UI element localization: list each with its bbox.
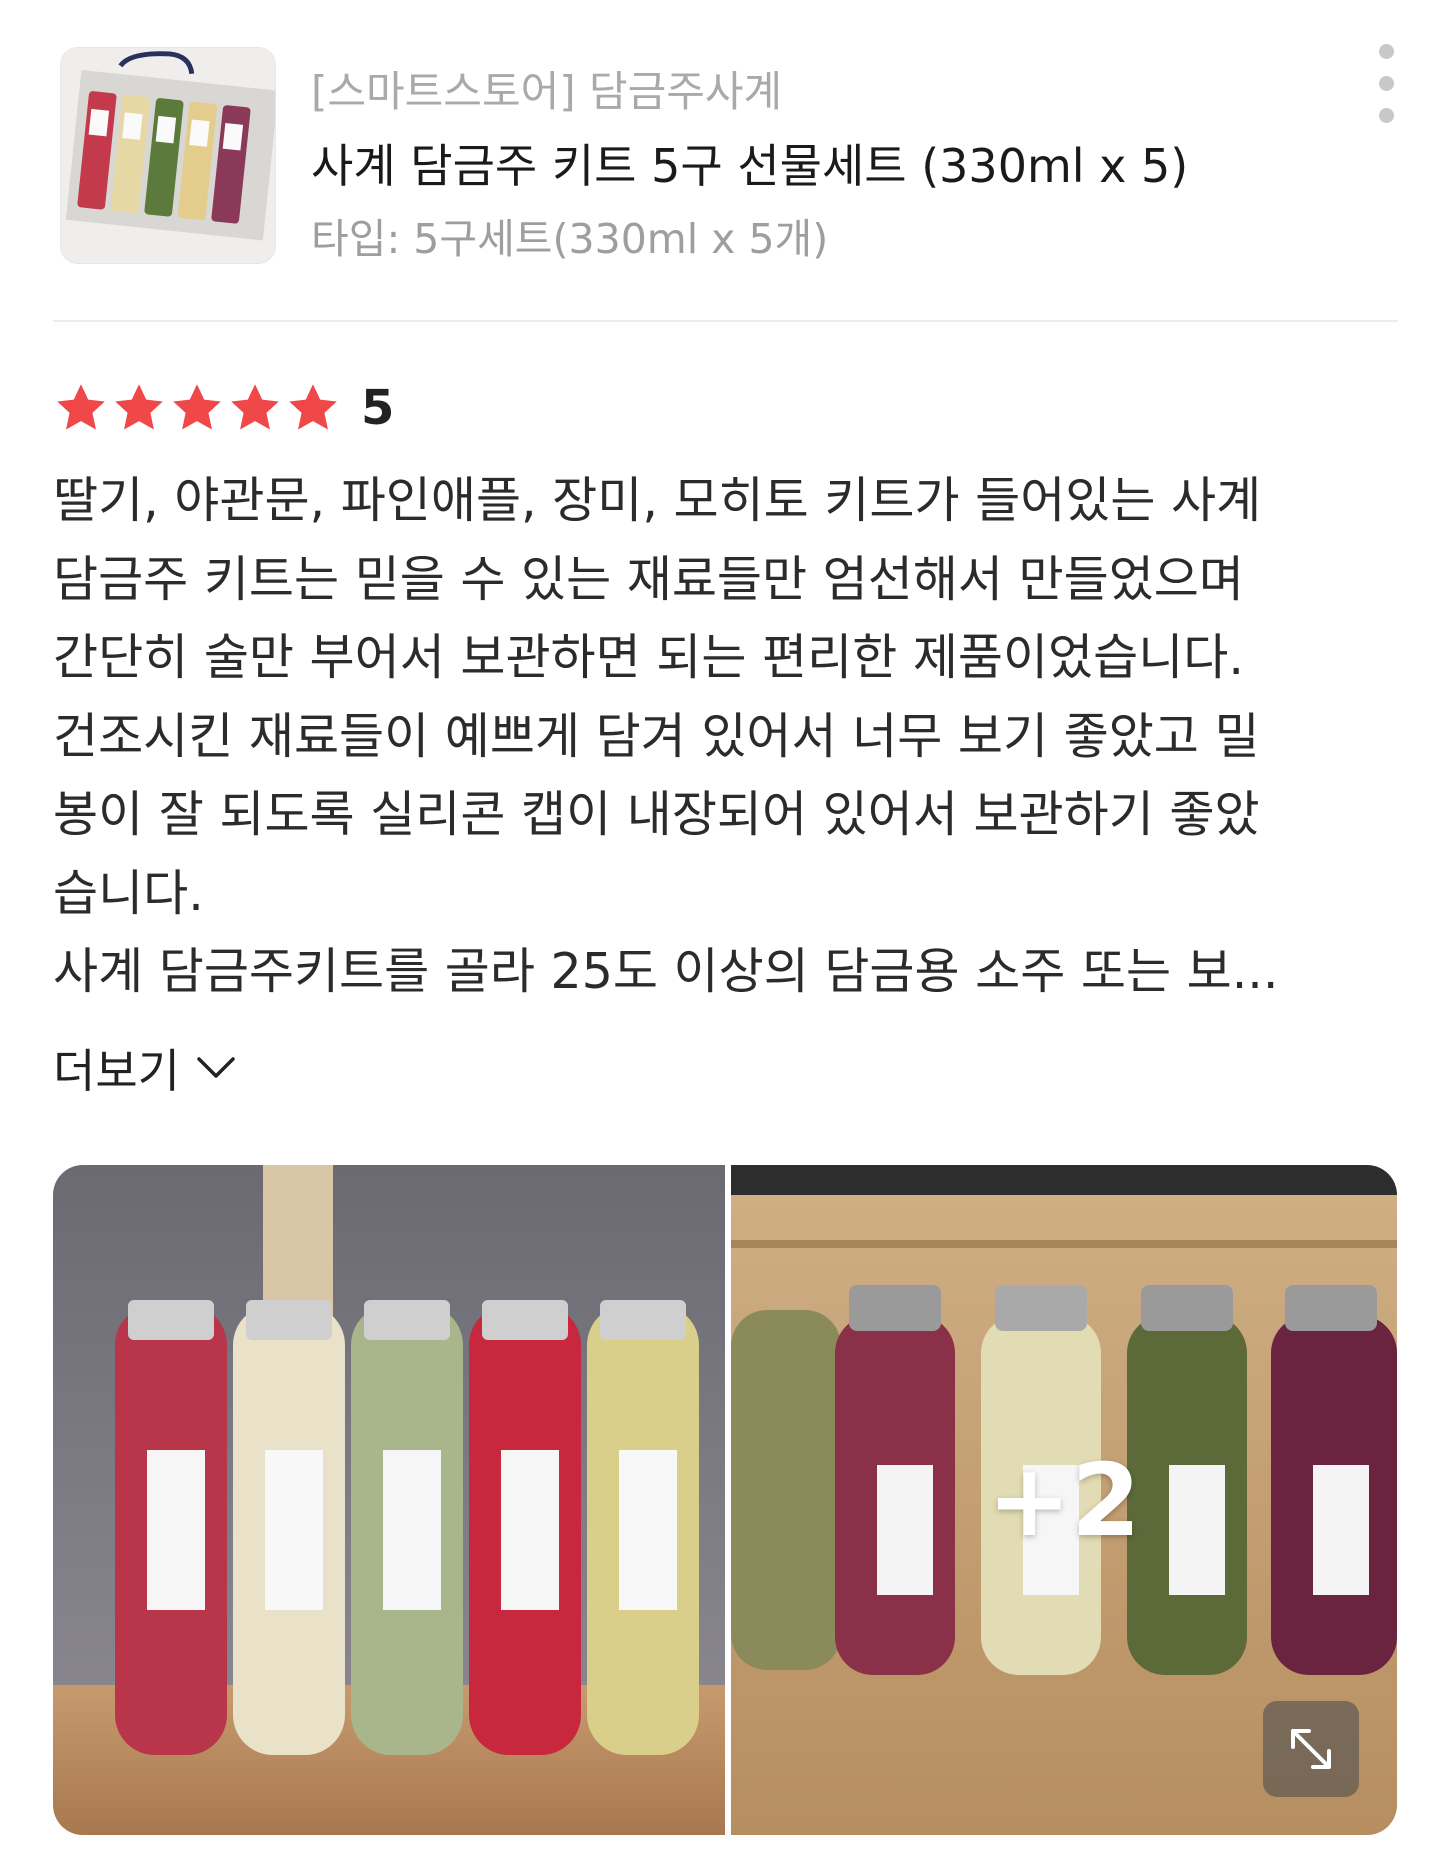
review-line: 건조시킨 재료들이 예쁘게 담겨 있어서 너무 보기 좋았고 밀 [53,707,1260,765]
star-icon [231,384,279,430]
review-line: 딸기, 야관문, 파인애플, 장미, 모히토 키트가 들어있는 사계 [53,472,1262,529]
review-text: 딸기, 야관문, 파인애플, 장미, 모히토 키트가 들어있는 사계담금주 키트… [53,462,1403,1012]
product-header: [스마트스토어] 담금주사계 사계 담금주 키트 5구 선물세트 (330ml … [53,42,1398,322]
expand-arrows [1291,1729,1331,1769]
more-button[interactable]: 더보기 [53,1035,236,1101]
review-line: 간단히 술만 부어서 보관하면 되는 편리한 제품이었습니다. [53,629,1244,686]
review-line: 사계 담금주키트를 골라 25도 이상의 담금용 소주 또는 보... [53,943,1279,1000]
product-title[interactable]: 사계 담금주 키트 5구 선물세트 (330ml x 5) [311,130,1188,196]
review-line: 봉이 잘 되도록 실리콘 캡이 내장되어 있어서 보관하기 좋았 [53,786,1260,843]
review-photo-2[interactable]: +2 [731,1165,1397,1835]
bottles-photo-1 [53,1165,725,1835]
store-label[interactable]: [스마트스토어] 담금주사계 [311,58,782,119]
photo-gallery: +2 [53,1165,1397,1835]
header-divider [53,320,1398,322]
star-icon [173,384,221,430]
product-thumbnail-image [61,48,275,263]
product-option: 타입: 5구세트(330ml x 5개) [311,215,829,263]
expand-icon[interactable] [1263,1701,1359,1797]
star-rating [53,380,341,436]
more-label: 더보기 [53,1044,180,1098]
chevron-down-icon [197,1057,235,1078]
more-vertical-icon[interactable] [1361,44,1411,124]
rating: 5 [53,378,394,438]
review-line: 습니다. [53,864,204,922]
rating-value: 5 [361,380,395,436]
review-line: 담금주 키트는 믿을 수 있는 재료들만 엄선해서 만들었으며 [53,550,1244,608]
star-icon [115,384,163,430]
star-icon [57,384,105,430]
star-icon [289,384,337,430]
review-photo-1[interactable] [53,1165,725,1835]
product-thumbnail[interactable] [60,47,276,264]
